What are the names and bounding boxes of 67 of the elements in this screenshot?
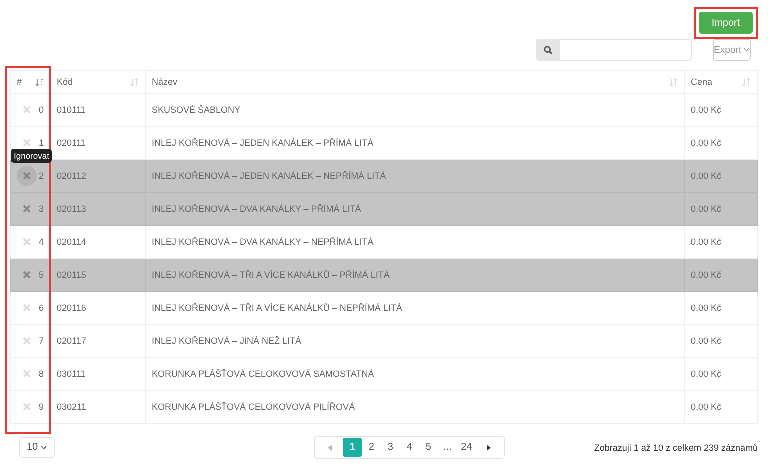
sort-icon[interactable]	[669, 78, 678, 86]
price-cell: 0,00 Kč	[691, 204, 722, 214]
name-cell: INLEJ KOŘENOVÁ – JINÁ NEŽ LITÁ	[152, 336, 302, 346]
price-cell: 0,00 Kč	[691, 402, 722, 412]
tooltip: Ignorovat	[11, 149, 52, 163]
code-cell: 020113	[57, 204, 86, 214]
row-number: 2	[38, 171, 44, 181]
code-cell: 020115	[57, 270, 86, 280]
search-field[interactable]	[560, 39, 692, 61]
price-cell: 0,00 Kč	[691, 369, 722, 379]
search-addon[interactable]	[536, 39, 560, 61]
name-cell: SKUSOVÉ ŠABLONY	[152, 105, 241, 115]
name-cell: INLEJ KOŘENOVÁ – JEDEN KANÁLEK – PŘÍMÁ LITÁ	[152, 138, 374, 148]
code-cell: 020112	[57, 171, 86, 181]
sort-icon[interactable]	[742, 78, 751, 86]
name-cell: INLEJ KOŘENOVÁ – DVA KANÁLKY – PŘÍMÁ LITÁ	[152, 204, 362, 214]
sort-descending-icon[interactable]	[35, 78, 44, 86]
row-number: 0	[38, 105, 44, 115]
code-cell: 030111	[57, 369, 86, 379]
code-cell: 030211	[57, 402, 86, 412]
price-cell: 0,00 Kč	[691, 270, 722, 280]
row-number: 4	[38, 237, 44, 247]
row-number: 9	[38, 402, 44, 412]
caret-icon	[41, 446, 48, 450]
price-cell: 0,00 Kč	[691, 138, 722, 148]
right-triangle-icon	[487, 444, 492, 450]
column-header[interactable]: Kód	[57, 77, 74, 87]
code-cell: 020111	[57, 138, 86, 148]
row-number: 6	[38, 303, 44, 313]
code-cell: 020116	[57, 303, 86, 313]
row-number: 7	[38, 336, 44, 346]
search-icon	[544, 46, 552, 54]
page-button[interactable]: 5	[419, 438, 438, 457]
page-button[interactable]: 4	[400, 438, 420, 457]
column-header[interactable]: Název	[152, 77, 178, 87]
caret-icon	[744, 48, 750, 52]
sort-icon[interactable]	[130, 78, 139, 86]
name-cell: INLEJ KOŘENOVÁ – JEDEN KANÁLEK – NEPŘÍMÁ LITÁ	[152, 171, 386, 181]
row-number: 8	[38, 369, 44, 379]
column-header[interactable]: #	[17, 77, 22, 87]
price-cell: 0,00 Kč	[691, 336, 722, 346]
close-icon[interactable]	[23, 271, 31, 279]
page-button[interactable]: 2	[362, 438, 382, 457]
close-icon[interactable]	[23, 172, 31, 180]
price-cell: 0,00 Kč	[691, 303, 722, 313]
code-cell: 010111	[57, 105, 86, 115]
code-cell: 020117	[57, 336, 86, 346]
name-cell: KORUNKA PLÁŠŤOVÁ CELOKOVOVÁ PILÍŘOVÁ	[152, 402, 356, 412]
page-button[interactable]: 24	[457, 438, 476, 457]
row-number: 1	[38, 138, 44, 148]
code-cell: 020114	[57, 237, 86, 247]
row-number: 5	[38, 270, 44, 280]
name-cell: INLEJ KOŘENOVÁ – TŘI A VÍCE KANÁLKŮ – NEPŘÍMÁ LITÁ	[152, 303, 402, 313]
page-button[interactable]: 3	[381, 438, 400, 457]
left-triangle-icon	[328, 444, 332, 450]
page-button[interactable]: …	[438, 438, 458, 457]
name-cell: INLEJ KOŘENOVÁ – TŘI A VÍCE KANÁLKŮ – PŘÍMÁ LITÁ	[152, 270, 390, 280]
record-summary: Zobrazuji 1 až 10 z celkem 239 záznamů	[594, 442, 758, 452]
price-cell: 0,00 Kč	[691, 171, 722, 181]
price-cell: 0,00 Kč	[691, 237, 722, 247]
close-icon[interactable]	[23, 205, 31, 213]
row-number: 3	[38, 204, 44, 214]
column-header[interactable]: Cena	[691, 77, 713, 87]
page-size-select[interactable]: 10	[19, 437, 55, 458]
price-cell: 0,00 Kč	[691, 105, 722, 115]
name-cell: INLEJ KOŘENOVÁ – DVA KANÁLKY – NEPŘÍMÁ LITÁ	[152, 237, 374, 247]
name-cell: KORUNKA PLÁŠŤOVÁ CELOKOVOVÁ SAMOSTATNÁ	[152, 369, 374, 379]
